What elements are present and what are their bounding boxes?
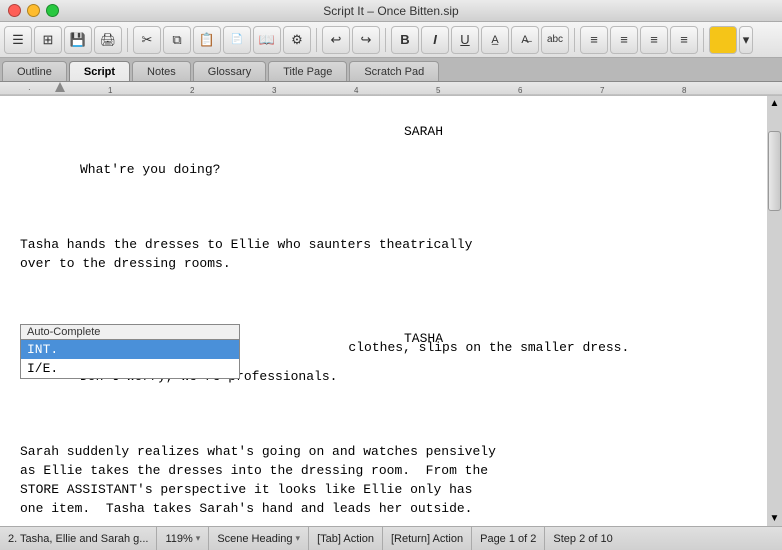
zoom-dropdown[interactable]: 119% ▾ bbox=[165, 533, 200, 545]
cut-btn[interactable]: ✂ bbox=[133, 26, 161, 54]
sep3 bbox=[385, 28, 386, 52]
svg-text:3: 3 bbox=[272, 86, 277, 95]
tab-notes[interactable]: Notes bbox=[132, 61, 191, 81]
action-tasha-dress: Tasha hands the dresses to Ellie who sau… bbox=[20, 236, 747, 274]
scroll-thumb[interactable] bbox=[768, 131, 781, 211]
tab-outline[interactable]: Outline bbox=[2, 61, 67, 81]
svg-text:1: 1 bbox=[108, 86, 113, 95]
window-title: Script It – Once Bitten.sip bbox=[323, 4, 458, 18]
tab-bar: Outline Script Notes Glossary Title Page… bbox=[0, 58, 782, 82]
tab-action-section: [Tab] Action bbox=[309, 527, 383, 550]
svg-text:2: 2 bbox=[190, 86, 195, 95]
step-info-section: Step 2 of 10 bbox=[545, 527, 620, 550]
script-area[interactable]: SARAH What're you doing? Tasha hands the… bbox=[0, 96, 767, 526]
book-btn[interactable]: 📖 bbox=[253, 26, 281, 54]
scroll-down-btn[interactable]: ▼ bbox=[767, 511, 782, 526]
tab-script[interactable]: Script bbox=[69, 61, 130, 81]
sep1 bbox=[127, 28, 128, 52]
action-sarah-realizes: Sarah suddenly realizes what's going on … bbox=[20, 443, 747, 518]
align-justify-btn[interactable]: ≡ bbox=[670, 26, 698, 54]
vertical-scrollbar[interactable]: ▲ ▼ bbox=[767, 96, 782, 526]
color-swatch-btn[interactable] bbox=[709, 26, 737, 54]
main-area: SARAH What're you doing? Tasha hands the… bbox=[0, 96, 782, 526]
statusbar: 2. Tasha, Ellie and Sarah g... 119% ▾ Sc… bbox=[0, 526, 782, 550]
autocomplete-item-ie[interactable]: I/E. bbox=[21, 359, 239, 378]
minimize-button[interactable] bbox=[27, 4, 40, 17]
zoom-chevron: ▾ bbox=[196, 533, 201, 544]
element-type-section[interactable]: Scene Heading ▾ bbox=[209, 527, 309, 550]
svg-text:5: 5 bbox=[436, 86, 441, 95]
scroll-up-btn[interactable]: ▲ bbox=[767, 96, 782, 111]
italic-btn[interactable]: I bbox=[421, 26, 449, 54]
align-center-btn[interactable]: ≡ bbox=[610, 26, 638, 54]
ruler: · 1 2 3 4 5 6 7 8 bbox=[0, 82, 782, 96]
color-dropdown-btn[interactable]: ▾ bbox=[739, 26, 753, 54]
element-chevron: ▾ bbox=[296, 533, 301, 544]
char-sarah: SARAH bbox=[20, 123, 747, 142]
bold-btn[interactable]: B bbox=[391, 26, 419, 54]
paste-btn[interactable]: 📋 bbox=[193, 26, 221, 54]
maximize-button[interactable] bbox=[46, 4, 59, 17]
tab-scratch-pad[interactable]: Scratch Pad bbox=[349, 61, 439, 81]
autocomplete-label: Auto-Complete bbox=[20, 324, 240, 339]
element-type-dropdown[interactable]: Scene Heading ▾ bbox=[217, 533, 300, 545]
autocomplete-item-int[interactable]: INT. bbox=[21, 340, 239, 359]
outline-btn[interactable]: ☰ bbox=[4, 26, 32, 54]
close-button[interactable] bbox=[8, 4, 21, 17]
undo-btn[interactable]: ↩ bbox=[322, 26, 350, 54]
color-text-btn[interactable]: A̲ bbox=[481, 26, 509, 54]
page-info-section: Page 1 of 2 bbox=[472, 527, 545, 550]
view-btn[interactable]: ⊞ bbox=[34, 26, 62, 54]
dialogue-sarah: What're you doing? bbox=[20, 161, 747, 180]
redo-btn[interactable]: ↪ bbox=[352, 26, 380, 54]
tab-glossary[interactable]: Glossary bbox=[193, 61, 266, 81]
svg-text:·: · bbox=[28, 85, 31, 94]
titlebar: Script It – Once Bitten.sip bbox=[0, 0, 782, 22]
print-btn[interactable]: 🖨 bbox=[94, 26, 122, 54]
toolbar: ☰ ⊞ 💾 🖨 ✂ ⧉ 📋 📄 📖 ⚙ ↩ ↪ B I U A̲ A̶ abc … bbox=[0, 22, 782, 58]
tools-btn[interactable]: ⚙ bbox=[283, 26, 311, 54]
save-btn[interactable]: 💾 bbox=[64, 26, 92, 54]
sep5 bbox=[703, 28, 704, 52]
sep2 bbox=[316, 28, 317, 52]
spelling-btn[interactable]: abc bbox=[541, 26, 569, 54]
strikethrough-btn[interactable]: A̶ bbox=[511, 26, 539, 54]
sep4 bbox=[574, 28, 575, 52]
tab-title-page[interactable]: Title Page bbox=[268, 61, 347, 81]
copy-btn[interactable]: ⧉ bbox=[163, 26, 191, 54]
underline-btn[interactable]: U bbox=[451, 26, 479, 54]
screenplay-btn[interactable]: 📄 bbox=[223, 26, 251, 54]
align-left-btn[interactable]: ≡ bbox=[580, 26, 608, 54]
autocomplete-popup: Auto-Complete INT. I/E. bbox=[20, 324, 240, 379]
zoom-section[interactable]: 119% ▾ bbox=[157, 527, 209, 550]
svg-text:6: 6 bbox=[518, 86, 523, 95]
scene-info: 2. Tasha, Ellie and Sarah g... bbox=[8, 527, 157, 550]
autocomplete-list[interactable]: INT. I/E. bbox=[20, 339, 240, 379]
svg-text:4: 4 bbox=[354, 86, 359, 95]
return-action-section: [Return] Action bbox=[383, 527, 472, 550]
svg-text:7: 7 bbox=[600, 86, 605, 95]
align-right-btn[interactable]: ≡ bbox=[640, 26, 668, 54]
window-controls[interactable] bbox=[8, 4, 59, 17]
script-text[interactable]: SARAH What're you doing? Tasha hands the… bbox=[20, 96, 747, 526]
svg-text:8: 8 bbox=[682, 86, 687, 95]
